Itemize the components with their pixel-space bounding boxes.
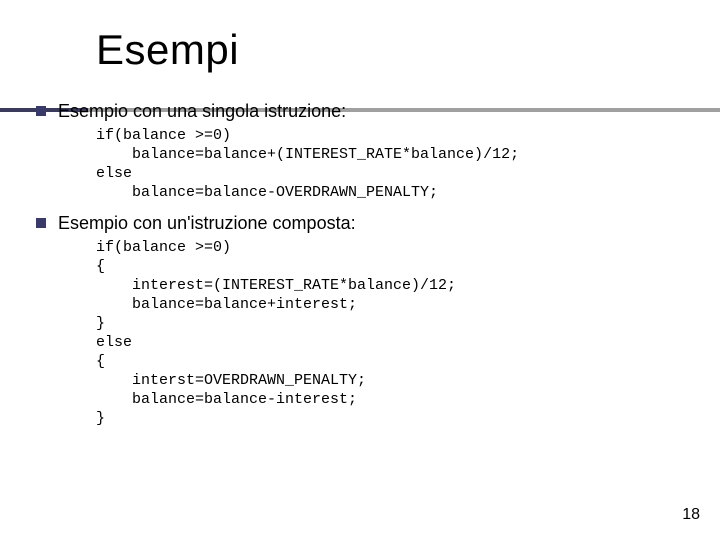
- title-area: Esempi: [0, 26, 720, 74]
- code-block: if(balance >=0) { interest=(INTEREST_RAT…: [96, 238, 696, 428]
- slide-title: Esempi: [96, 26, 720, 74]
- slide: Esempi Esempio con una singola istruzion…: [0, 0, 720, 540]
- slide-body: Esempio con una singola istruzione: if(b…: [36, 100, 696, 438]
- bullet-text: Esempio con una singola istruzione:: [58, 100, 346, 122]
- code-block: if(balance >=0) balance=balance+(INTERES…: [96, 126, 696, 202]
- bullet-item: Esempio con una singola istruzione:: [36, 100, 696, 122]
- bullet-item: Esempio con un'istruzione composta:: [36, 212, 696, 234]
- page-number: 18: [682, 506, 700, 524]
- square-bullet-icon: [36, 106, 46, 116]
- bullet-text: Esempio con un'istruzione composta:: [58, 212, 356, 234]
- square-bullet-icon: [36, 218, 46, 228]
